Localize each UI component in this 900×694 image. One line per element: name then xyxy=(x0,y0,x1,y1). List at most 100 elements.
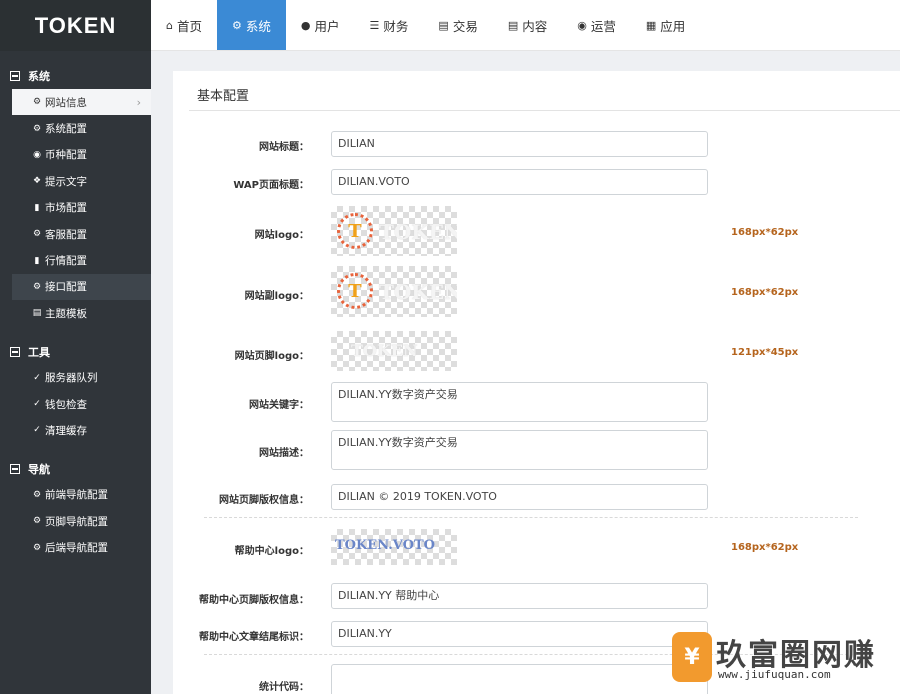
footer-logo-upload[interactable]: TOKEN xyxy=(331,331,457,371)
nav-finance[interactable]: ☰ 财务 xyxy=(355,0,424,50)
info-icon: ❖ xyxy=(32,176,42,187)
gear-icon: ⚙ xyxy=(32,97,42,108)
label-stats-code: 统计代码： xyxy=(259,682,309,693)
home-icon: ⌂ xyxy=(166,18,173,32)
sidebar-group-nav[interactable]: 导航 xyxy=(0,456,151,482)
sidebar-item-label: 行情配置 xyxy=(45,255,87,268)
user-icon: ● xyxy=(300,18,311,32)
nav-home-label: 首页 xyxy=(176,18,202,34)
sidebar-item-service-config[interactable]: ⚙ 客服配置 xyxy=(0,221,151,247)
nav-system[interactable]: ⚙ 系统 xyxy=(217,0,286,50)
logo-wordmark: TOKEN xyxy=(379,220,457,244)
sidebar-item-backend-nav[interactable]: ⚙ 后端导航配置 xyxy=(0,534,151,560)
label-help-article-tail: 帮助中心文章结尾标识： xyxy=(199,632,309,643)
sidebar-item-footer-nav[interactable]: ⚙ 页脚导航配置 xyxy=(0,508,151,534)
wrench-icon: ✓ xyxy=(33,399,41,410)
sidebar-item-system-config[interactable]: ⚙ 系统配置 xyxy=(0,115,151,141)
gear-icon: ⚙ xyxy=(32,542,42,553)
wrench-icon: ✓ xyxy=(33,372,41,383)
logo-wordmark: TOKEN xyxy=(351,341,418,360)
sidebar-item-label: 网站信息 xyxy=(45,96,87,109)
sidebar-item-clear-cache[interactable]: ✓ 清理缓存 xyxy=(0,417,151,443)
gear-icon: ⚙ xyxy=(32,229,42,240)
nav-operation-label: 运营 xyxy=(590,18,616,34)
nav-operation[interactable]: ◉ 运营 xyxy=(562,0,631,50)
label-description: 网站描述： xyxy=(259,448,309,459)
watermark-url: www.jiufuquan.com xyxy=(718,668,831,681)
help-logo-upload[interactable]: TOKEN.VOTO xyxy=(331,529,457,565)
nav-content[interactable]: ▤ 内容 xyxy=(493,0,562,50)
label-keywords: 网站关键字： xyxy=(249,400,309,411)
size-hint-help-logo: 168px*62px xyxy=(731,542,799,553)
sidebar-item-label: 服务器队列 xyxy=(45,372,98,385)
sidebar-item-coin-config[interactable]: ◉ 币种配置 xyxy=(0,142,151,168)
keywords-textarea[interactable]: DILIAN.YY数字资产交易 xyxy=(331,382,708,422)
logo-wordmark: TOKEN.VOTO xyxy=(335,538,435,553)
nav-app-label: 应用 xyxy=(660,18,686,34)
help-copyright-input[interactable]: DILIAN.YY 帮助中心 xyxy=(331,583,708,609)
watermark: ¥ 玖富圈网赚 www.jiufuquan.com xyxy=(668,628,900,694)
collapse-icon xyxy=(10,346,20,357)
gear-icon: ⚙ xyxy=(32,516,42,527)
list-icon: ☰ xyxy=(369,18,380,32)
nav-content-label: 内容 xyxy=(522,18,548,34)
sidebar-item-label: 接口配置 xyxy=(45,281,87,294)
collapse-icon xyxy=(10,71,20,81)
sidebar-item-quote-config[interactable]: ▮ 行情配置 xyxy=(0,247,151,273)
description-textarea[interactable]: DILIAN.YY数字资产交易 xyxy=(331,430,708,470)
sidebar-item-server-queue[interactable]: ✓ 服务器队列 xyxy=(0,365,151,391)
label-site-sublogo: 网站副logo： xyxy=(244,291,309,302)
gear-icon: ⚙ xyxy=(32,489,42,500)
sidebar-item-label: 前端导航配置 xyxy=(45,489,108,502)
logo-emblem-icon: T xyxy=(337,213,373,249)
nav-system-label: 系统 xyxy=(245,18,271,34)
sidebar-item-label: 提示文字 xyxy=(45,175,87,188)
site-logo-upload[interactable]: T TOKEN xyxy=(331,206,457,256)
sidebar-group-tools[interactable]: 工具 xyxy=(0,339,151,365)
stats-code-textarea[interactable] xyxy=(331,664,708,694)
label-copyright: 网站页脚版权信息： xyxy=(219,495,309,506)
config-panel: 基本配置 网站标题： DILIAN WAP页面标题： DILIAN.VOTO 网… xyxy=(173,71,900,694)
bar-chart-icon: ▮ xyxy=(34,255,40,266)
sidebar-item-prompt-text[interactable]: ❖ 提示文字 xyxy=(0,168,151,194)
label-footer-logo: 网站页脚logo： xyxy=(234,351,309,362)
sidebar-item-wallet-check[interactable]: ✓ 钱包检查 xyxy=(0,391,151,417)
nav-trade[interactable]: ▤ 交易 xyxy=(423,0,492,50)
help-article-tail-input[interactable]: DILIAN.YY xyxy=(331,621,708,647)
size-hint-site-sublogo: 168px*62px xyxy=(731,287,799,298)
nav-finance-label: 财务 xyxy=(383,18,409,34)
circle-dot-icon: ◉ xyxy=(33,149,41,160)
sidebar-group-label: 工具 xyxy=(28,345,50,359)
size-hint-site-logo: 168px*62px xyxy=(731,227,799,238)
sidebar-group-label: 导航 xyxy=(28,462,50,476)
copyright-input[interactable]: DILIAN © 2019 TOKEN.VOTO xyxy=(331,484,708,510)
sidebar-item-api-config[interactable]: ⚙ 接口配置 xyxy=(12,273,151,301)
panel-title: 基本配置 xyxy=(197,89,250,104)
sidebar-group-system[interactable]: 系统 xyxy=(0,63,151,89)
label-help-logo: 帮助中心logo： xyxy=(234,546,309,557)
nav-app[interactable]: ▦ 应用 xyxy=(631,0,700,50)
sidebar-item-label: 主题模板 xyxy=(45,307,87,320)
globe-icon: ◉ xyxy=(577,18,587,32)
site-sublogo-upload[interactable]: T TOKEN xyxy=(331,266,457,317)
nav-home[interactable]: ⌂ 首页 xyxy=(151,0,217,50)
gear-icon: ⚙ xyxy=(32,123,42,134)
watermark-logo-icon: ¥ xyxy=(672,632,712,682)
wap-title-input[interactable]: DILIAN.VOTO xyxy=(331,169,708,195)
nav-user[interactable]: ● 用户 xyxy=(286,0,355,50)
chevron-right-icon: › xyxy=(136,95,141,109)
sidebar-item-market-config[interactable]: ▮ 市场配置 xyxy=(0,195,151,221)
brand-logo[interactable]: TOKEN xyxy=(0,0,151,51)
gear-icon: ⚙ xyxy=(232,18,242,32)
site-title-input[interactable]: DILIAN xyxy=(331,131,708,157)
sidebar-item-site-info[interactable]: ⚙ 网站信息 › xyxy=(12,89,151,116)
sidebar-item-label: 市场配置 xyxy=(45,202,87,215)
bar-chart-icon: ▤ xyxy=(438,18,449,32)
sidebar-item-label: 客服配置 xyxy=(45,228,87,241)
wrench-icon: ✓ xyxy=(33,425,41,436)
sidebar-item-label: 后端导航配置 xyxy=(45,542,108,555)
sidebar-item-theme-template[interactable]: ▤ 主题模板 xyxy=(0,300,151,326)
sidebar-item-frontend-nav[interactable]: ⚙ 前端导航配置 xyxy=(0,482,151,508)
label-site-title: 网站标题： xyxy=(259,142,309,153)
gear-icon: ⚙ xyxy=(32,281,42,292)
